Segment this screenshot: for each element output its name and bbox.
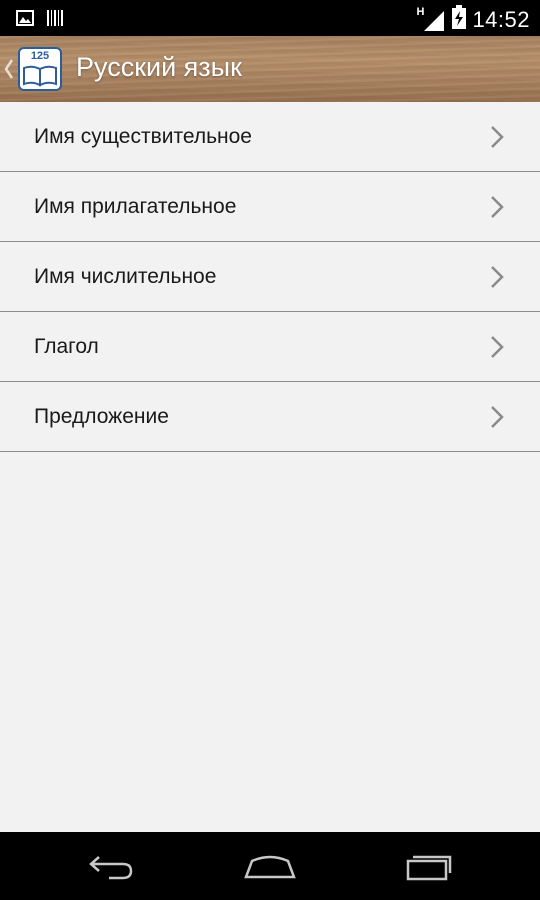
list-item-label: Имя числительное xyxy=(34,264,217,288)
book-icon xyxy=(23,65,57,87)
chevron-right-icon xyxy=(490,195,504,224)
list-item[interactable]: Имя прилагательное xyxy=(0,172,540,242)
list-item[interactable]: Глагол xyxy=(0,312,540,382)
chevron-right-icon xyxy=(490,125,504,154)
app-icon-number: 125 xyxy=(30,50,50,62)
list-item-label: Глагол xyxy=(34,334,99,358)
image-notification-icon xyxy=(16,10,34,31)
recents-button[interactable] xyxy=(394,846,464,886)
list-item[interactable]: Имя существительное xyxy=(0,102,540,172)
back-icon xyxy=(89,856,133,880)
signal-icon: H xyxy=(416,6,446,33)
topic-list: Имя существительное Имя прилагательное И… xyxy=(0,102,540,452)
home-button[interactable] xyxy=(235,846,305,886)
list-item[interactable]: Имя числительное xyxy=(0,242,540,312)
battery-charging-icon xyxy=(452,5,467,34)
list-item-label: Имя прилагательное xyxy=(34,194,237,218)
back-button[interactable] xyxy=(77,846,147,886)
recents-icon xyxy=(406,855,452,881)
up-chevron-icon xyxy=(4,58,14,85)
barcode-notification-icon xyxy=(46,9,64,32)
app-icon: 125 xyxy=(18,47,62,91)
chevron-right-icon xyxy=(490,265,504,294)
app-title: Русский язык xyxy=(76,52,242,82)
chevron-right-icon xyxy=(490,335,504,364)
home-icon xyxy=(244,855,296,879)
action-bar: 125 Русский язык xyxy=(0,36,540,102)
list-item[interactable]: Предложение xyxy=(0,382,540,452)
list-item-label: Имя существительное xyxy=(34,124,252,148)
up-button[interactable]: 125 xyxy=(0,36,70,102)
chevron-right-icon xyxy=(490,405,504,434)
list-item-label: Предложение xyxy=(34,404,169,428)
status-bar: H 14:52 xyxy=(0,0,540,36)
navigation-bar xyxy=(0,832,540,900)
status-time: 14:52 xyxy=(472,6,530,32)
